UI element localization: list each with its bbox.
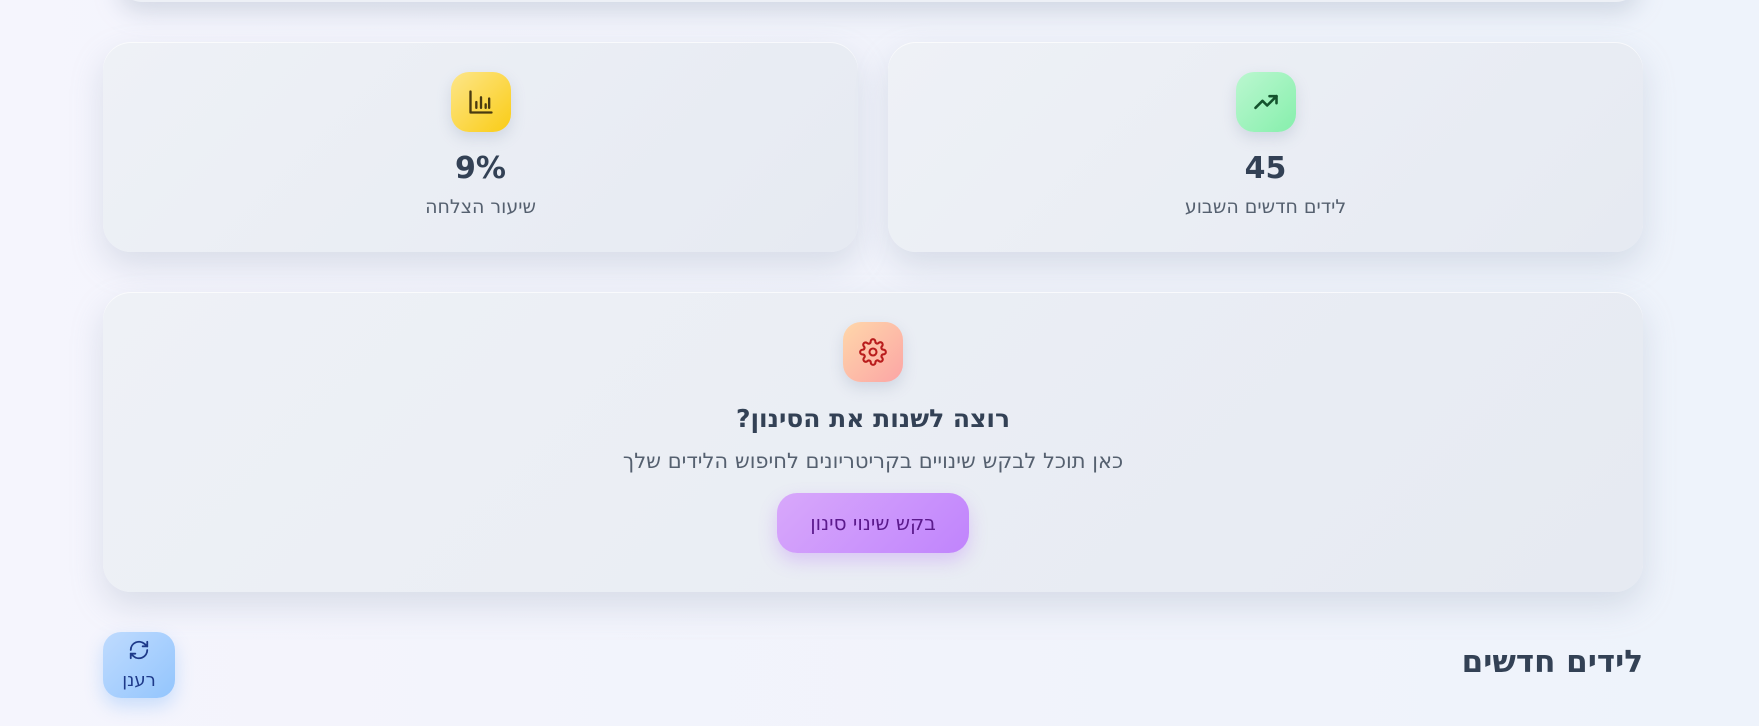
new-leads-heading: לידים חדשים — [1461, 644, 1643, 680]
weekly-leads-value: 45 — [1244, 151, 1287, 186]
success-rate-label: שיעור הצלחה — [425, 196, 536, 218]
filter-request-description: כאן תוכל לבקש שינויים בקריטריונים לחיפוש… — [622, 449, 1124, 473]
refresh-icon — [128, 639, 150, 666]
refresh-label: רענן — [122, 670, 156, 691]
bar-chart-icon — [450, 72, 511, 132]
request-filter-change-button[interactable]: בקש שינוי סינון — [777, 493, 969, 553]
refresh-button[interactable]: רענן — [103, 632, 175, 698]
trending-up-icon — [1235, 72, 1296, 132]
weekly-leads-label: לידים חדשים השבוע — [1184, 196, 1347, 218]
success-rate-card: 9% שיעור הצלחה — [103, 42, 858, 252]
weekly-leads-card: 45 לידים חדשים השבוע — [888, 42, 1643, 252]
top-card-edge — [118, 0, 1640, 2]
filter-request-title: רוצה לשנות את הסינון? — [735, 404, 1011, 433]
filter-request-card: רוצה לשנות את הסינון? כאן תוכל לבקש שינו… — [103, 292, 1643, 592]
gear-icon — [843, 322, 903, 382]
success-rate-value: 9% — [455, 151, 506, 186]
